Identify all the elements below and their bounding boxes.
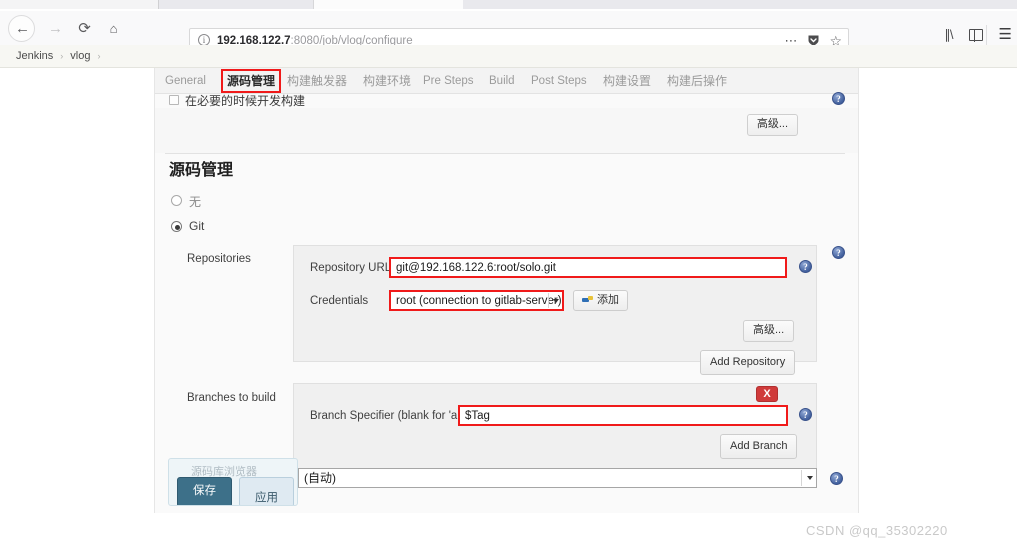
breadcrumb-item-jenkins[interactable]: Jenkins (16, 50, 53, 62)
library-icon[interactable]: ∥\ (944, 27, 953, 43)
browser-chrome: ← → ⟳ ⌂ i 192.168.122.7:8080/job/vlog/co… (0, 0, 1017, 68)
tab-build-triggers[interactable]: 构建触发器 (287, 71, 347, 91)
apply-button[interactable]: 应用 (239, 477, 294, 505)
develop-on-demand-checkbox[interactable] (169, 95, 179, 105)
add-credentials-button[interactable]: 添加 (573, 290, 628, 311)
tab-build[interactable]: Build (489, 71, 515, 91)
branch-specifier-label: Branch Specifier (blank for 'any') (310, 410, 476, 422)
help-question-icon[interactable]: ? (832, 246, 845, 259)
tab-source-management[interactable]: 源码管理 (221, 69, 282, 93)
help-question-icon[interactable]: ? (832, 92, 845, 105)
config-tab-bar: General 源码管理 构建触发器 构建环境 Pre Steps Build … (155, 68, 858, 94)
repository-url-label: Repository URL (310, 262, 392, 274)
add-branch-button[interactable]: Add Branch (720, 434, 798, 459)
page-margin-left (0, 68, 155, 513)
repositories-label: Repositories (187, 253, 251, 265)
credentials-select-value: root (connection to gitlab-server) (396, 295, 562, 307)
advanced-button-top[interactable]: 高级... (746, 114, 798, 136)
browser-toolbar-actions: ∥\ ☰ (944, 27, 1012, 43)
add-credentials-label: 添加 (597, 294, 619, 306)
breadcrumb-separator: › (60, 51, 64, 61)
branch-specifier-input[interactable]: $Tag (458, 405, 788, 426)
tab-post-build-actions[interactable]: 构建后操作 (667, 71, 727, 91)
help-question-icon[interactable]: ? (799, 260, 812, 273)
breadcrumb-item-vlog[interactable]: vlog (70, 50, 90, 62)
save-apply-bar: 源码库浏览器 保存 应用 (168, 458, 298, 506)
back-icon[interactable]: ← (13, 19, 32, 38)
tab-pre-steps[interactable]: Pre Steps (423, 71, 474, 91)
tab-build-settings[interactable]: 构建设置 (603, 71, 651, 91)
configure-form-content: General 源码管理 构建触发器 构建环境 Pre Steps Build … (155, 68, 858, 513)
credentials-label: Credentials (310, 295, 369, 307)
help-question-icon[interactable]: ? (799, 408, 812, 421)
advanced-button-repositories[interactable]: 高级... (743, 320, 795, 342)
develop-on-demand-label: 在必要的时候开发构建 (185, 94, 306, 107)
tab-post-steps[interactable]: Post Steps (531, 71, 587, 91)
develop-on-demand-row: 在必要的时候开发构建 (169, 94, 859, 107)
help-question-icon[interactable]: ? (830, 472, 843, 485)
jenkins-configure-page: General 源码管理 构建触发器 构建环境 Pre Steps Build … (0, 68, 1017, 513)
radio-none-label: 无 (189, 195, 202, 209)
scm-browser-select[interactable]: (自动) (298, 468, 817, 488)
save-button[interactable]: 保存 (177, 477, 232, 505)
home-icon[interactable]: ⌂ (104, 19, 123, 38)
select-divider (548, 293, 549, 308)
ellipsis-icon[interactable]: ⋯ (784, 34, 798, 47)
reload-icon[interactable]: ⟳ (75, 19, 94, 38)
page-margin-right (858, 68, 1017, 513)
delete-branch-button[interactable]: X (756, 386, 778, 402)
forward-icon: → (48, 20, 63, 37)
scm-browser-value: (自动) (304, 471, 336, 485)
tab-general[interactable]: General (165, 71, 206, 91)
radio-git-label: Git (189, 219, 205, 233)
select-divider (801, 470, 802, 486)
repository-url-input[interactable]: git@192.168.122.6:root/solo.git (389, 257, 787, 278)
section-divider (165, 153, 845, 154)
page-title: 源码管理 (169, 162, 234, 179)
browser-tab-strip (0, 0, 1017, 11)
apply-button-label: 应用 (255, 492, 278, 504)
watermark: CSDN @qq_35302220 (806, 523, 948, 538)
chevron-down-icon[interactable] (807, 476, 813, 480)
key-icon (582, 296, 593, 304)
branches-to-build-label: Branches to build (187, 392, 276, 404)
radio-none[interactable] (171, 195, 182, 206)
breadcrumb: Jenkins › vlog › (0, 45, 1017, 68)
sidebar-toggle-icon[interactable] (968, 28, 983, 42)
radio-git[interactable] (171, 221, 182, 232)
hamburger-menu-icon[interactable]: ☰ (999, 27, 1012, 42)
browser-navigation-bar: ← → ⟳ ⌂ i 192.168.122.7:8080/job/vlog/co… (0, 11, 1017, 51)
credentials-select[interactable]: root (connection to gitlab-server) (389, 290, 564, 311)
chevron-down-icon[interactable] (553, 298, 559, 303)
breadcrumb-separator: › (97, 51, 101, 61)
add-repository-button[interactable]: Add Repository (700, 350, 796, 375)
tab-build-environment[interactable]: 构建环境 (363, 71, 411, 91)
